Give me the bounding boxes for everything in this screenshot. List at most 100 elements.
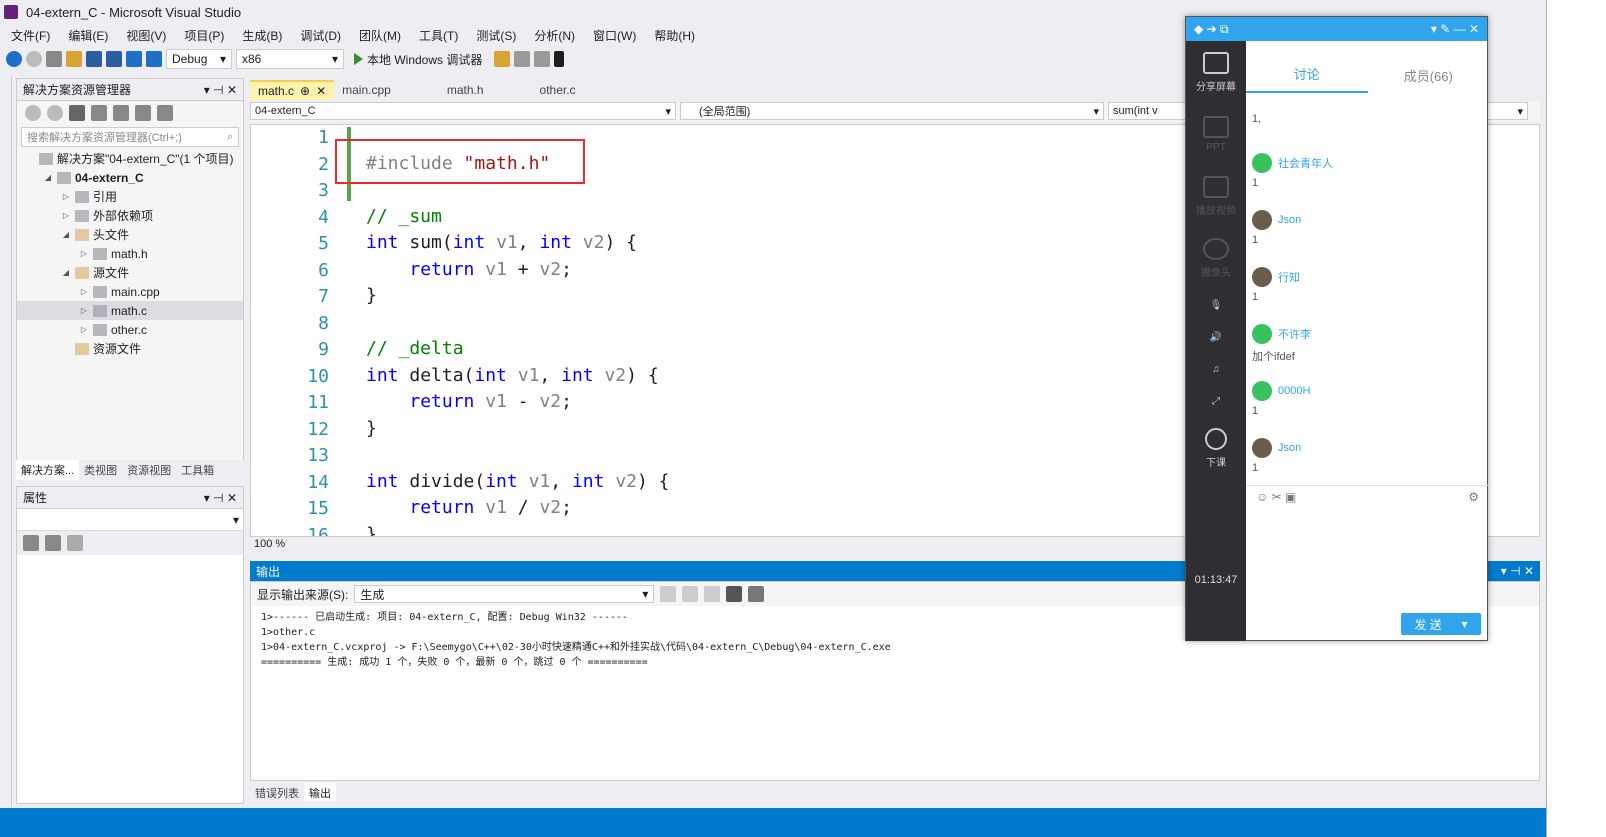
properties-object-dropdown[interactable]: ▾ <box>17 509 243 531</box>
undo-icon[interactable] <box>126 51 142 67</box>
tree-item[interactable]: ▷ math.h <box>17 244 243 263</box>
configuration-dropdown[interactable]: Debug ▾ <box>166 49 232 69</box>
microphone-button[interactable]: 🎙 <box>1186 289 1246 321</box>
prev-message-icon[interactable] <box>682 586 699 602</box>
redo-icon[interactable] <box>146 51 162 67</box>
speaker-button[interactable]: 🔊 <box>1186 321 1246 353</box>
open-folder-icon[interactable] <box>66 51 82 67</box>
window-controls[interactable]: ▾ ✎ — ✕ <box>1431 22 1479 36</box>
tab-toolbox[interactable]: 工具箱 <box>176 460 219 480</box>
tab-error-list[interactable]: 错误列表 <box>250 783 304 801</box>
tab-math-c[interactable]: math.c ⊕ ✕ <box>250 80 335 100</box>
expand-toggle-icon[interactable]: ◢ <box>61 268 71 277</box>
tab-other-c[interactable]: other.c <box>532 80 584 100</box>
tree-item[interactable]: 解决方案"04-extern_C"(1 个项目) <box>17 149 243 168</box>
menu-analyze[interactable]: 分析(N) <box>525 27 584 44</box>
navigation-icons[interactable]: ◆ ➔ ⧉ <box>1194 22 1229 37</box>
platform-dropdown[interactable]: x86 ▾ <box>236 49 344 69</box>
menu-debug[interactable]: 调试(D) <box>291 27 350 44</box>
menu-team[interactable]: 团队(M) <box>350 27 410 44</box>
tree-item[interactable]: ▷ math.c <box>17 301 243 320</box>
expand-toggle-icon[interactable]: ◢ <box>43 173 53 182</box>
find-message-icon[interactable] <box>660 586 677 602</box>
expand-toggle-icon[interactable]: ▷ <box>79 325 89 334</box>
tree-item[interactable]: ▷ main.cpp <box>17 282 243 301</box>
chat-sender[interactable]: Json <box>1252 210 1477 230</box>
scope-dropdown[interactable]: (全局范围) ▾ <box>680 102 1104 120</box>
expand-toggle-icon[interactable]: ▷ <box>79 287 89 296</box>
expand-toggle-icon[interactable]: ▷ <box>61 211 71 220</box>
music-button[interactable]: ♫ <box>1186 353 1246 385</box>
menu-window[interactable]: 窗口(W) <box>584 27 645 44</box>
tab-math-h[interactable]: math.h <box>439 80 492 100</box>
menu-tools[interactable]: 工具(T) <box>410 27 467 44</box>
emoji-icon[interactable]: ☺ ✂ ▣ <box>1256 490 1296 504</box>
expand-toggle-icon[interactable]: ▷ <box>61 192 71 201</box>
project-dropdown[interactable]: 04-extern_C ▾ <box>250 102 676 120</box>
settings-icon[interactable]: ⚙ <box>1468 490 1479 504</box>
bookmark-icon[interactable] <box>554 51 565 67</box>
home-icon[interactable] <box>69 105 85 121</box>
fullscreen-button[interactable]: ⤢ <box>1186 385 1246 417</box>
solution-search-input[interactable]: 搜索解决方案资源管理器(Ctrl+;) ⌕ <box>21 127 239 147</box>
zoom-level[interactable]: 100 % <box>254 538 285 550</box>
chat-sender[interactable]: 0000H <box>1252 381 1477 401</box>
end-class-button[interactable]: 下课 <box>1186 417 1246 479</box>
send-button[interactable]: 发 送 ▾ <box>1401 613 1481 635</box>
chat-sender[interactable]: 行知 <box>1252 267 1477 287</box>
camera-button[interactable]: 摄像头 <box>1186 227 1246 289</box>
ppt-button[interactable]: PPT <box>1186 103 1246 165</box>
menu-build[interactable]: 生成(B) <box>233 27 291 44</box>
tree-item[interactable]: ▷ other.c <box>17 320 243 339</box>
tree-item[interactable]: ◢ 04-extern_C <box>17 168 243 187</box>
save-all-icon[interactable] <box>106 51 122 67</box>
tab-solution-explorer[interactable]: 解决方案... <box>16 460 80 480</box>
collapse-all-icon[interactable] <box>157 105 173 121</box>
menu-help[interactable]: 帮助(H) <box>645 27 704 44</box>
tree-item[interactable]: ▷ 外部依赖项 <box>17 206 243 225</box>
menu-test[interactable]: 测试(S) <box>467 27 525 44</box>
new-project-icon[interactable] <box>46 51 62 67</box>
toolbar-icon[interactable] <box>534 51 551 67</box>
chat-sender[interactable]: Json <box>1252 438 1477 458</box>
chat-sender[interactable]: 不许李 <box>1252 324 1477 344</box>
switch-view-icon[interactable] <box>91 105 107 121</box>
output-source-dropdown[interactable]: 生成 ▾ <box>354 585 655 603</box>
start-debugging-button[interactable]: 本地 Windows 调试器 <box>354 51 482 68</box>
expand-toggle-icon[interactable]: ▷ <box>79 249 89 258</box>
tree-item[interactable]: ◢ 源文件 <box>17 263 243 282</box>
forward-icon[interactable] <box>47 105 63 121</box>
alphabetical-icon[interactable] <box>45 535 61 551</box>
back-icon[interactable] <box>6 51 22 67</box>
tab-members[interactable]: 成员(66) <box>1368 66 1490 93</box>
toolbar-icon[interactable] <box>514 51 531 67</box>
tree-item[interactable]: ▷ 引用 <box>17 187 243 206</box>
save-icon[interactable] <box>86 51 102 67</box>
next-message-icon[interactable] <box>704 586 721 602</box>
back-icon[interactable] <box>25 105 41 121</box>
wrench-icon[interactable] <box>67 535 83 551</box>
pending-changes-icon[interactable] <box>113 105 129 121</box>
tab-discussion[interactable]: 讨论 <box>1246 64 1368 93</box>
panel-controls[interactable]: ▾ ⊣ ✕ <box>1501 564 1534 578</box>
panel-controls[interactable]: ▾ ⊣ ✕ <box>204 83 237 97</box>
sync-icon[interactable] <box>135 105 151 121</box>
tab-main-cpp[interactable]: main.cpp <box>334 80 399 100</box>
play-video-button[interactable]: 播放视频 <box>1186 165 1246 227</box>
expand-toggle-icon[interactable]: ◢ <box>61 230 71 239</box>
pin-icon[interactable]: ⊕ <box>300 84 310 98</box>
menu-edit[interactable]: 编辑(E) <box>59 27 117 44</box>
panel-controls[interactable]: ▾ ⊣ ✕ <box>204 491 237 505</box>
tab-output[interactable]: 输出 <box>304 783 336 801</box>
close-icon[interactable]: ✕ <box>316 84 326 98</box>
chevron-down-icon[interactable]: ▾ <box>1462 617 1468 631</box>
tree-item[interactable]: ◢ 头文件 <box>17 225 243 244</box>
find-icon[interactable] <box>494 51 511 67</box>
expand-toggle-icon[interactable]: ▷ <box>79 306 89 315</box>
categorized-icon[interactable] <box>23 535 39 551</box>
forward-icon[interactable] <box>26 51 42 67</box>
menu-file[interactable]: 文件(F) <box>2 27 59 44</box>
menu-view[interactable]: 视图(V) <box>117 27 175 44</box>
chat-sender[interactable]: 社会青年人 <box>1252 153 1477 173</box>
share-screen-button[interactable]: 分享屏幕 <box>1186 41 1246 103</box>
